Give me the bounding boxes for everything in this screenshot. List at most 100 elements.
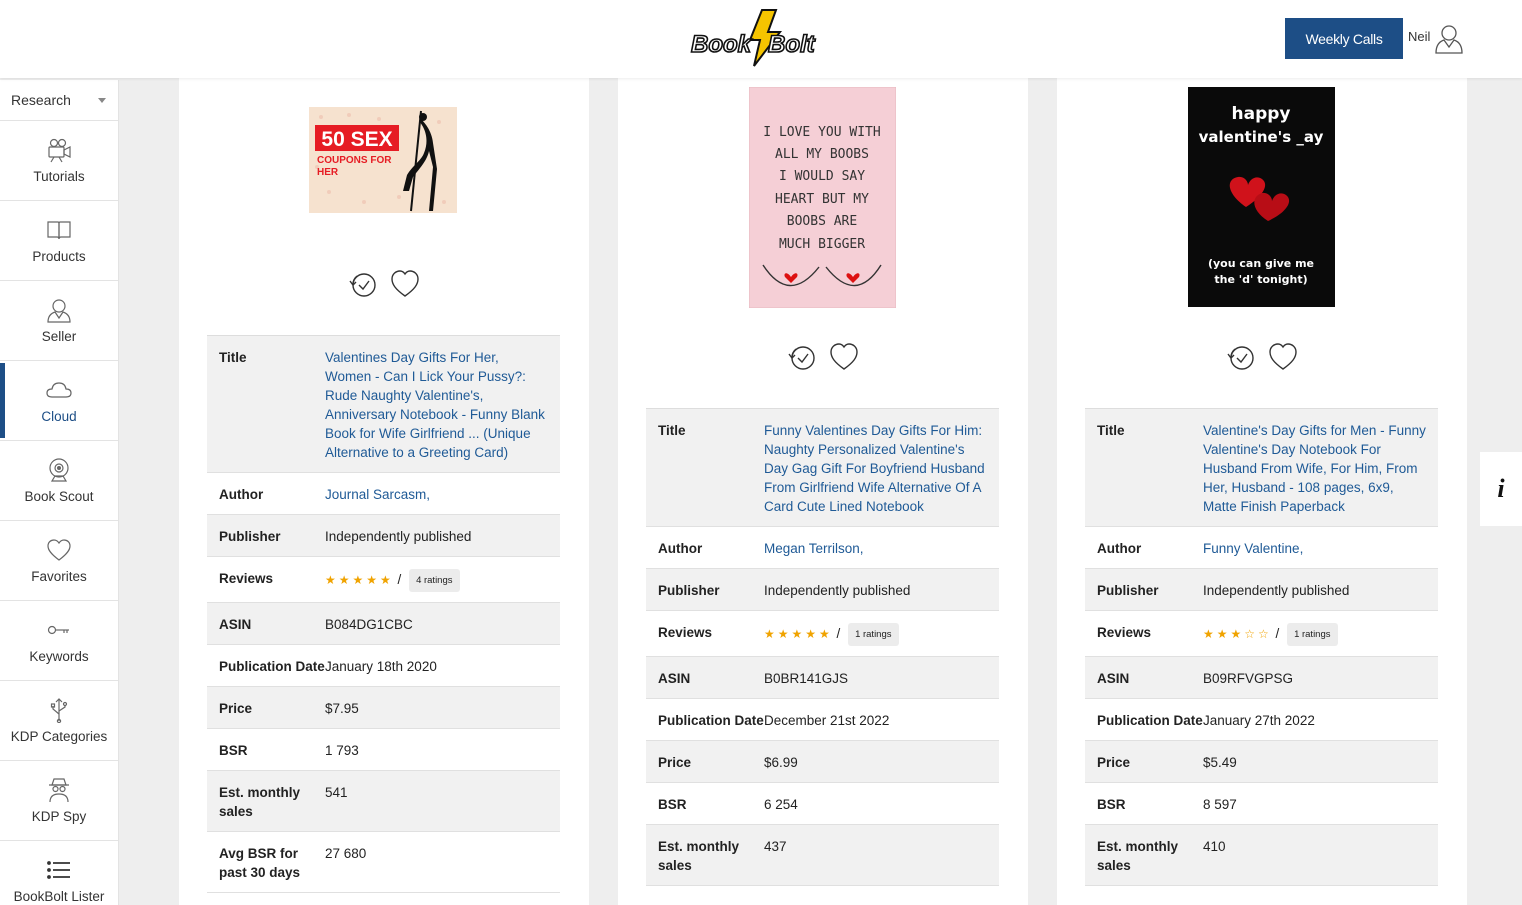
product-title-link[interactable]: Valentine's Day Gifts for Men - Funny Va… xyxy=(1203,421,1426,516)
est-sales-value: 541 xyxy=(325,785,348,800)
author-link[interactable]: Megan Terrilson, xyxy=(764,539,987,558)
publisher-value: Independently published xyxy=(1203,583,1350,598)
table-row: Est. monthly sales 437 xyxy=(646,825,999,886)
favorite-heart-icon[interactable] xyxy=(828,341,860,373)
table-row: Est. monthly sales 410 xyxy=(1085,825,1438,886)
row-label: ASIN xyxy=(1097,671,1130,686)
sidebar-item-book-scout[interactable]: Book Scout xyxy=(0,441,118,521)
product-title-link[interactable]: Valentines Day Gifts For Her, Women - Ca… xyxy=(325,348,548,462)
top-header: Book Bolt Weekly Calls Neil xyxy=(0,0,1522,78)
row-label: Author xyxy=(658,541,703,556)
table-row: Publication Date January 18th 2020 xyxy=(207,645,560,687)
table-row: Price $5.49 xyxy=(1085,741,1438,783)
row-label: BSR xyxy=(219,743,248,758)
row-label: Reviews xyxy=(1097,625,1152,640)
reviews-value: ★★★☆☆ / 1 ratings xyxy=(1203,623,1426,646)
est-sales-value: 437 xyxy=(764,839,787,854)
sidebar-item-label: KDP Spy xyxy=(31,809,87,824)
book-cover-image[interactable]: 50 SEX COUPONS FOR HER xyxy=(309,107,457,213)
weekly-calls-button[interactable]: Weekly Calls xyxy=(1285,18,1403,59)
row-label: Author xyxy=(1097,541,1142,556)
table-row: BSR 1 793 xyxy=(207,729,560,771)
asin-value: B09RFVGPSG xyxy=(1203,671,1294,686)
row-label: Publication Date xyxy=(219,659,325,674)
sidebar-item-keywords[interactable]: Keywords xyxy=(0,601,118,681)
bsr-value: 6 254 xyxy=(764,797,798,812)
row-label: Price xyxy=(658,755,692,770)
pub-date-value: January 18th 2020 xyxy=(325,659,437,674)
open-book-icon xyxy=(47,221,71,240)
svg-text:Book: Book xyxy=(691,31,753,58)
user-avatar-icon[interactable] xyxy=(1434,22,1464,54)
cover-text: BOOBS ARE xyxy=(787,214,857,229)
row-label: ASIN xyxy=(219,617,252,632)
pub-date-value: December 21st 2022 xyxy=(764,713,890,728)
row-label: ASIN xyxy=(658,671,691,686)
cover-text: HEART BUT MY xyxy=(775,192,869,207)
reviews-value: ★★★★★ / 1 ratings xyxy=(764,623,987,646)
user-name[interactable]: Neil xyxy=(1408,29,1430,44)
cover-text: (you can give me xyxy=(1208,257,1314,270)
favorite-heart-icon[interactable] xyxy=(1267,341,1299,373)
cover-text: COUPONS FOR xyxy=(317,155,392,166)
history-clock-icon[interactable] xyxy=(347,268,379,300)
webcam-icon xyxy=(49,458,69,482)
star-rating: ★★★★★ xyxy=(764,627,833,642)
sidebar-item-label: Seller xyxy=(41,329,77,344)
list-icon xyxy=(47,861,70,879)
est-sales-value: 410 xyxy=(1203,839,1226,854)
row-label: Avg BSR for past 30 days xyxy=(219,846,301,880)
research-dropdown[interactable]: Research xyxy=(0,80,118,121)
cover-text: MUCH BIGGER xyxy=(779,237,865,252)
sidebar-item-label: Book Scout xyxy=(24,489,94,504)
sidebar-item-label: KDP Categories xyxy=(10,729,108,744)
price-value: $7.95 xyxy=(325,701,359,716)
table-row: ASIN B09RFVGPSG xyxy=(1085,657,1438,699)
table-row: Publisher Independently published xyxy=(207,515,560,557)
sidebar-item-cloud[interactable]: Cloud xyxy=(0,361,118,441)
row-label: Publication Date xyxy=(658,713,764,728)
book-bolt-logo[interactable]: Book Bolt xyxy=(688,8,838,68)
sidebar-item-seller[interactable]: Seller xyxy=(0,281,118,361)
cover-text: I WOULD SAY xyxy=(779,169,865,184)
bsr-value: 8 597 xyxy=(1203,797,1237,812)
sidebar-item-tutorials[interactable]: Tutorials xyxy=(0,121,118,201)
cloud-icon xyxy=(46,382,72,398)
product-title-link[interactable]: Funny Valentines Day Gifts For Him: Naug… xyxy=(764,421,987,516)
favorite-heart-icon[interactable] xyxy=(389,268,421,300)
table-row: Est. monthly sales 541 xyxy=(207,771,560,832)
author-link[interactable]: Funny Valentine, xyxy=(1203,539,1426,558)
price-value: $5.49 xyxy=(1203,755,1237,770)
sidebar-item-kdp-categories[interactable]: KDP Categories xyxy=(0,681,118,761)
row-label: Reviews xyxy=(658,625,713,640)
sidebar-item-favorites[interactable]: Favorites xyxy=(0,521,118,601)
table-row: Title Funny Valentines Day Gifts For Him:… xyxy=(646,409,999,527)
table-row: Publication Date December 21st 2022 xyxy=(646,699,999,741)
table-row: ASIN B0BR141GJS xyxy=(646,657,999,699)
table-row: Reviews ★★★☆☆ / 1 ratings xyxy=(1085,611,1438,657)
usb-icon xyxy=(50,698,68,723)
price-value: $6.99 xyxy=(764,755,798,770)
info-tab-button[interactable]: i xyxy=(1480,452,1522,526)
sidebar-item-kdp-spy[interactable]: KDP Spy xyxy=(0,761,118,841)
book-cover-image[interactable]: I LOVE YOU WITH ALL MY BOOBS I WOULD SAY… xyxy=(749,87,896,308)
row-label: Author xyxy=(219,487,264,502)
sidebar: Research Tutorials Products Seller Cloud xyxy=(0,80,119,905)
sidebar-item-label: Cloud xyxy=(41,409,77,424)
book-cover-image[interactable]: happy valentine's _ay (you can give me t… xyxy=(1188,87,1335,307)
row-label: Publisher xyxy=(219,529,281,544)
author-link[interactable]: Journal Sarcasm, xyxy=(325,485,548,504)
bsr-value: 1 793 xyxy=(325,743,359,758)
history-clock-icon[interactable] xyxy=(1225,341,1257,373)
row-label: Reviews xyxy=(219,571,274,586)
sidebar-item-products[interactable]: Products xyxy=(0,201,118,281)
product-details-table: Title Funny Valentines Day Gifts For Him:… xyxy=(646,408,999,886)
sidebar-item-bookbolt-lister[interactable]: BookBolt Lister xyxy=(0,841,118,905)
sidebar-item-label: Tutorials xyxy=(33,169,85,184)
table-row: Author Megan Terrilson, xyxy=(646,527,999,569)
row-label: Est. monthly sales xyxy=(1097,839,1179,873)
table-row: Author Journal Sarcasm, xyxy=(207,473,560,515)
history-clock-icon[interactable] xyxy=(786,341,818,373)
product-card: I LOVE YOU WITH ALL MY BOOBS I WOULD SAY… xyxy=(618,78,1028,905)
ratings-count-badge: 1 ratings xyxy=(1287,623,1338,646)
